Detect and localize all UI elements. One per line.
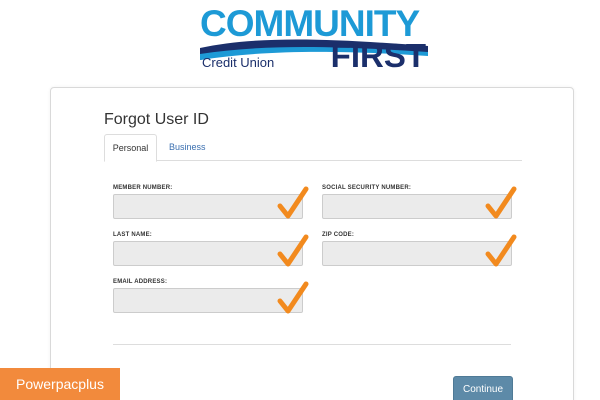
ssn-input[interactable] — [322, 194, 512, 219]
orange-check-icon — [485, 234, 517, 267]
zip-code-input[interactable] — [322, 241, 512, 266]
logo-wordmark-first: FIRST — [330, 37, 426, 74]
forgot-user-id-panel: Forgot User ID Personal Business MEMBER … — [50, 87, 574, 400]
orange-check-icon — [485, 186, 517, 219]
member-number-label: MEMBER NUMBER: — [113, 185, 173, 191]
orange-check-icon — [277, 186, 309, 219]
form-divider — [113, 344, 511, 345]
logo-subtitle: Credit Union — [202, 55, 275, 70]
page-title: Forgot User ID — [104, 111, 209, 128]
page: COMMUNITY FIRST Credit Union Forgot User… — [0, 0, 600, 400]
tab-business[interactable]: Business — [159, 134, 216, 161]
orange-check-icon — [277, 234, 309, 267]
email-address-label: EMAIL ADDRESS: — [113, 279, 168, 285]
tab-personal[interactable]: Personal — [104, 134, 157, 162]
account-type-tabs: Personal Business — [104, 134, 522, 162]
continue-button[interactable]: Continue — [453, 376, 513, 400]
orange-check-icon — [277, 281, 309, 314]
member-number-input[interactable] — [113, 194, 303, 219]
ssn-label: SOCIAL SECURITY NUMBER: — [322, 185, 412, 191]
zip-code-label: ZIP CODE: — [322, 232, 355, 238]
last-name-label: LAST NAME: — [113, 232, 152, 238]
community-first-logo[interactable]: COMMUNITY FIRST Credit Union — [196, 4, 430, 74]
last-name-input[interactable] — [113, 241, 303, 266]
email-address-input[interactable] — [113, 288, 303, 313]
powerpacplus-watermark: Powerpacplus — [0, 368, 120, 400]
